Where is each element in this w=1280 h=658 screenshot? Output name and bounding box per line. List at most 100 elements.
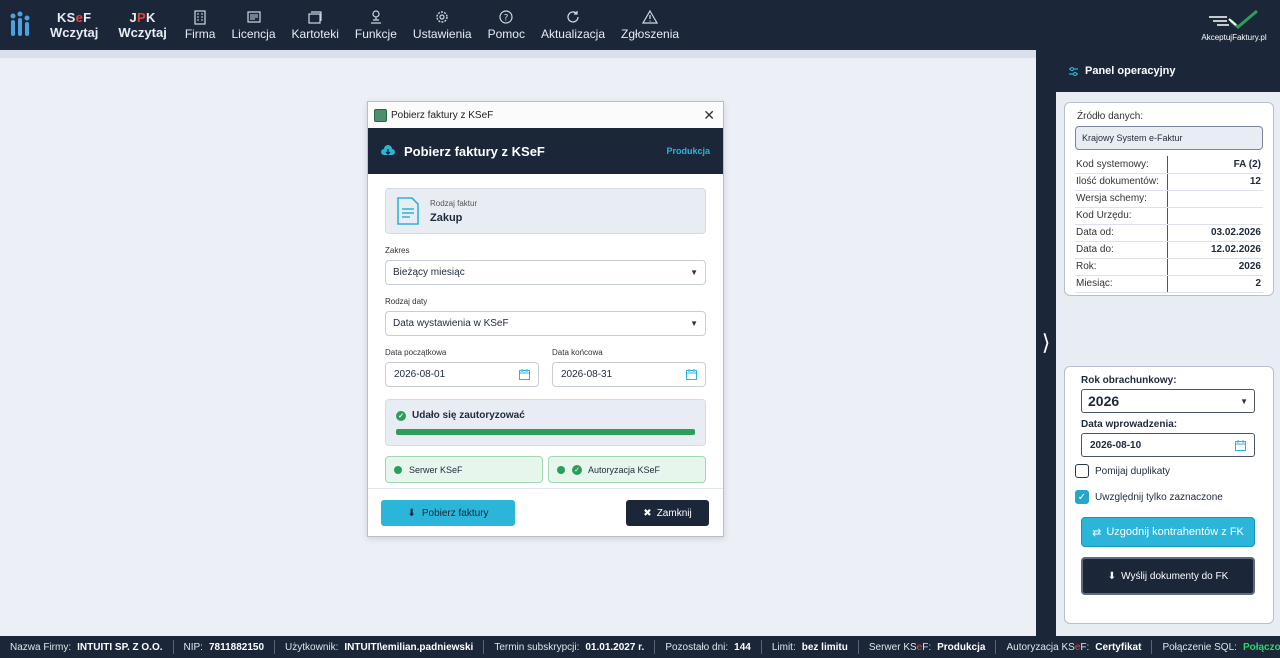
status-ksef-server: Serwer KS e F: Produkcja bbox=[859, 640, 997, 654]
operations-panel: Panel operacyjny Źródło danych: Krajowy … bbox=[1056, 50, 1280, 636]
skip-duplicates-box[interactable] bbox=[1075, 464, 1089, 478]
status-nip: NIP: 7811882150 bbox=[174, 640, 276, 654]
info-row-value: 12 bbox=[1167, 173, 1263, 191]
source-value-field[interactable]: Krajowy System e-Faktur bbox=[1075, 126, 1263, 150]
date-to-input[interactable]: 2026-08-31 bbox=[552, 362, 706, 387]
info-row: Ilość dokumentów: 12 bbox=[1075, 173, 1263, 191]
dialog-header: Pobierz faktury z KSeF Produkcja bbox=[368, 128, 723, 174]
entry-date-value: 2026-08-10 bbox=[1090, 439, 1142, 451]
auth-progress-bar bbox=[396, 429, 695, 435]
brand-logo[interactable]: AkceptujFaktury.pl bbox=[1198, 6, 1270, 44]
date-range-row: Data początkowa 2026-08-01 Data końcowa … bbox=[385, 336, 706, 387]
panel-toggle-splitter[interactable]: ⟩ bbox=[1036, 50, 1056, 636]
app-window-icon bbox=[374, 108, 387, 122]
swap-icon: ⇄ bbox=[1092, 526, 1102, 539]
date-from-value: 2026-08-01 bbox=[394, 369, 446, 380]
entry-date-label: Data wprowadzenia: bbox=[1081, 419, 1178, 430]
refresh-icon bbox=[567, 11, 579, 23]
connection-status-row: Serwer KSeF ✓ Autoryzacja KSeF bbox=[385, 456, 706, 483]
nav-firma[interactable]: Firma bbox=[177, 0, 224, 50]
nav-firma-label: Firma bbox=[184, 27, 216, 41]
status-limit: Limit: bez limitu bbox=[762, 640, 859, 654]
info-row: Rok: 2026 bbox=[1075, 258, 1263, 276]
invoice-type-card: Rodzaj faktur Zakup bbox=[385, 188, 706, 234]
jpk-label: JPK bbox=[129, 10, 156, 25]
gear-icon bbox=[436, 11, 448, 23]
date-to-value: 2026-08-31 bbox=[561, 369, 613, 380]
brand-text: AkceptujFaktury.pl bbox=[1201, 32, 1267, 42]
nav-kartoteki-label: Kartoteki bbox=[291, 27, 339, 41]
status-company: Nazwa Firmy: INTUITI SP. Z O.O. bbox=[0, 640, 174, 654]
nav-aktualizacja[interactable]: Aktualizacja bbox=[533, 0, 613, 50]
invoice-type-label: Rodzaj faktur bbox=[430, 198, 478, 208]
status-sql: Połączenie SQL:Połączono bbox=[1162, 641, 1280, 653]
calendar-icon[interactable] bbox=[519, 369, 530, 380]
only-selected-box[interactable]: ✓ bbox=[1075, 490, 1089, 504]
double-chevron-right-icon: ⟩ bbox=[1041, 330, 1051, 355]
ksef-label: KSeF bbox=[56, 10, 92, 25]
date-type-select[interactable]: Data wystawienia w KSeF ▼ bbox=[385, 311, 706, 336]
date-type-label: Rodzaj daty bbox=[385, 297, 428, 306]
info-row-value: FA (2) bbox=[1167, 156, 1263, 174]
match-contractors-button[interactable]: ⇄ Uzgodnij kontrahentów z FK bbox=[1081, 517, 1255, 547]
fiscal-year-value: 2026 bbox=[1088, 393, 1120, 409]
cloud-download-icon bbox=[381, 145, 395, 155]
operations-panel-header: Panel operacyjny bbox=[1056, 50, 1280, 92]
only-selected-checkbox[interactable]: ✓ Uwzględnij tylko zaznaczone bbox=[1075, 489, 1257, 505]
nav-kartoteki[interactable]: Kartoteki bbox=[284, 0, 347, 50]
info-row: Wersja schemy: bbox=[1075, 190, 1263, 208]
nav-zgloszenia[interactable]: Zgłoszenia bbox=[613, 0, 687, 50]
app-logo-icon bbox=[10, 11, 30, 36]
cards-icon bbox=[308, 11, 322, 24]
close-icon[interactable]: ✕ bbox=[703, 107, 715, 124]
dialog-header-title: Pobierz faktury z KSeF bbox=[404, 143, 545, 159]
close-dialog-label: Zamknij bbox=[656, 507, 692, 519]
date-from-input[interactable]: 2026-08-01 bbox=[385, 362, 539, 387]
source-label: Źródło danych: bbox=[1077, 111, 1144, 122]
environment-badge: Produkcja bbox=[666, 146, 710, 156]
nav-pomoc[interactable]: ? Pomoc bbox=[480, 0, 533, 50]
nav-ustawienia[interactable]: Ustawienia bbox=[405, 0, 480, 50]
caret-down-icon: ▼ bbox=[690, 268, 698, 277]
only-selected-label: Uwzględnij tylko zaznaczone bbox=[1095, 491, 1223, 503]
range-value: Bieżący miesiąc bbox=[393, 267, 465, 278]
functions-icon bbox=[370, 10, 381, 24]
calendar-icon[interactable] bbox=[686, 369, 697, 380]
send-documents-button[interactable]: ⬇ Wyślij dokumenty do FK bbox=[1081, 557, 1255, 595]
info-row-key: Rok: bbox=[1075, 258, 1168, 276]
app-logo[interactable] bbox=[0, 0, 40, 50]
get-invoices-button[interactable]: ⬇ Pobierz faktury bbox=[381, 500, 515, 526]
range-select[interactable]: Bieżący miesiąc ▼ bbox=[385, 260, 706, 285]
operations-panel-title: Panel operacyjny bbox=[1085, 65, 1176, 77]
info-row: Kod Urzędu: bbox=[1075, 207, 1263, 225]
info-row-key: Data do: bbox=[1075, 241, 1168, 259]
data-source-card: Źródło danych: Krajowy System e-Faktur K… bbox=[1064, 102, 1274, 296]
check-circle-icon: ✓ bbox=[572, 464, 582, 475]
info-row-value: 2026 bbox=[1167, 258, 1263, 276]
fiscal-year-select[interactable]: 2026 ▼ bbox=[1081, 389, 1255, 413]
upload-icon: ⬇ bbox=[1107, 570, 1117, 582]
info-row-key: Data od: bbox=[1075, 224, 1168, 242]
nav-funkcje[interactable]: Funkcje bbox=[347, 0, 405, 50]
info-row-key: Miesiąc: bbox=[1075, 275, 1168, 293]
close-dialog-button[interactable]: ✖ Zamknij bbox=[626, 500, 709, 526]
caret-down-icon: ▼ bbox=[690, 319, 698, 328]
dialog-titlebar: Pobierz faktury z KSeF ✕ bbox=[368, 102, 723, 128]
info-row: Kod systemowy: FA (2) bbox=[1075, 156, 1263, 174]
entry-date-input[interactable]: 2026-08-10 bbox=[1081, 433, 1255, 457]
brand-check-icon bbox=[1209, 9, 1258, 29]
nav-ksef-wczytaj[interactable]: KSeF Wczytaj bbox=[40, 0, 108, 50]
match-contractors-label: Uzgodnij kontrahentów z FK bbox=[1106, 526, 1244, 538]
nav-aktualizacja-label: Aktualizacja bbox=[540, 27, 605, 41]
dialog-body: Rodzaj faktur Zakup Zakres Bieżący miesi… bbox=[368, 174, 723, 483]
date-type-value: Data wystawienia w KSeF bbox=[393, 318, 509, 329]
nav-funkcje-label: Funkcje bbox=[354, 27, 397, 41]
nav-jpk-wczytaj[interactable]: JPK Wczytaj bbox=[108, 0, 176, 50]
skip-duplicates-checkbox[interactable]: Pomijaj duplikaty bbox=[1075, 463, 1257, 479]
nav-licencja[interactable]: Licencja bbox=[223, 0, 283, 50]
ksef-wczytaj-label: Wczytaj bbox=[50, 25, 99, 40]
calendar-icon[interactable] bbox=[1235, 439, 1246, 451]
auth-message-text: Udało się zautoryzować bbox=[412, 410, 525, 421]
top-nav-bar: KSeF Wczytaj JPK Wczytaj Firma Licencja … bbox=[0, 0, 1280, 50]
status-bar: Nazwa Firmy: INTUITI SP. Z O.O. NIP: 78118… bbox=[0, 636, 1280, 658]
